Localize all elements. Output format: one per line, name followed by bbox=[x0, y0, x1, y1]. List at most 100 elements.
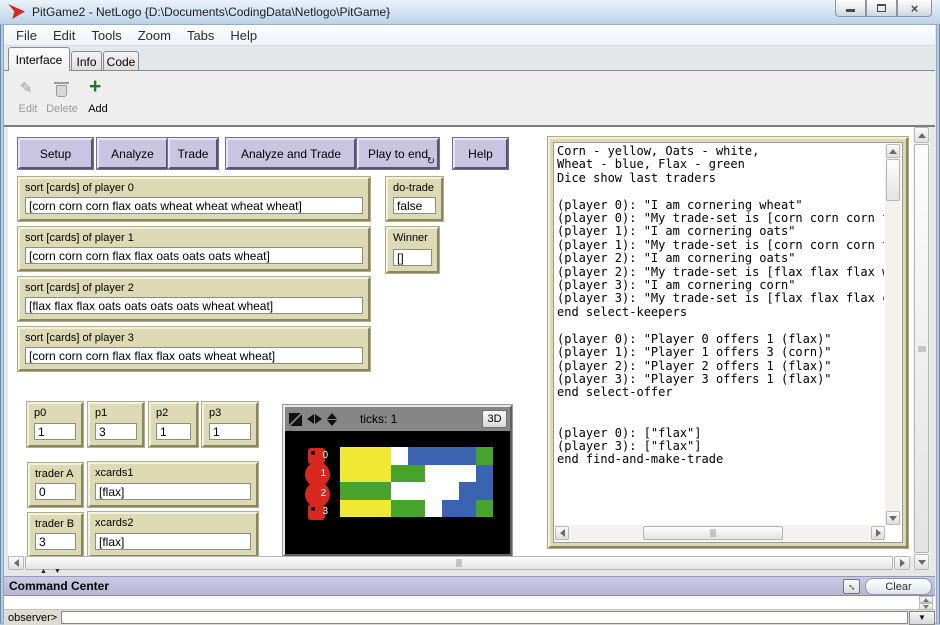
monitor-value: 3 bbox=[95, 423, 137, 440]
splitter-up-icon[interactable]: ▲ bbox=[40, 568, 47, 575]
setup-button[interactable]: Setup bbox=[18, 138, 93, 169]
scrollbar-thumb[interactable] bbox=[643, 526, 783, 540]
menu-help[interactable]: Help bbox=[222, 28, 265, 43]
monitor-label: sort [cards] of player 0 bbox=[20, 179, 368, 194]
monitor-value: 3 bbox=[35, 533, 76, 550]
play-to-end-label: Play to end bbox=[368, 147, 428, 161]
view-3d-button[interactable]: 3D bbox=[482, 410, 507, 428]
monitor-trader-b: trader B 3 bbox=[28, 513, 83, 557]
monitor-value: [corn corn corn flax oats wheat wheat wh… bbox=[25, 197, 363, 214]
monitor-label: Winner bbox=[388, 229, 437, 244]
trash-icon bbox=[54, 82, 69, 84]
monitor-do-trade: do-trade false bbox=[386, 177, 443, 221]
vertical-resize-icon bbox=[327, 413, 337, 426]
tab-code[interactable]: Code bbox=[103, 51, 139, 71]
analyze-button[interactable]: Analyze bbox=[97, 138, 168, 169]
menu-file[interactable]: File bbox=[8, 28, 45, 43]
scrollbar-thumb[interactable] bbox=[25, 556, 893, 570]
patch-oats bbox=[459, 465, 476, 483]
patch-oats bbox=[408, 482, 425, 500]
command-output-scrollbar[interactable] bbox=[919, 596, 933, 610]
patch-corn bbox=[374, 500, 391, 518]
patch-corn bbox=[340, 447, 357, 465]
patch-oats bbox=[425, 500, 442, 518]
scroll-up-button[interactable] bbox=[919, 596, 933, 603]
monitor-winner: Winner [] bbox=[386, 227, 439, 273]
scroll-down-button[interactable] bbox=[886, 511, 900, 525]
scroll-right-button[interactable] bbox=[871, 526, 885, 540]
patch-flax bbox=[391, 465, 408, 483]
patch-wheat bbox=[442, 500, 459, 518]
patch-wheat bbox=[408, 447, 425, 465]
clear-button[interactable]: Clear bbox=[865, 578, 932, 595]
scrollbar-thumb[interactable] bbox=[886, 159, 900, 201]
monitor-label: sort [cards] of player 2 bbox=[20, 279, 368, 294]
monitor-player0-cards: sort [cards] of player 0 [corn corn corn… bbox=[18, 177, 370, 221]
horizontal-resize-icon bbox=[307, 414, 322, 424]
patch-flax bbox=[374, 482, 391, 500]
menu-tabs[interactable]: Tabs bbox=[179, 28, 222, 43]
output-horizontal-scrollbar[interactable] bbox=[555, 525, 885, 541]
monitor-value: false bbox=[393, 197, 436, 214]
menu-bar: File Edit Tools Zoom Tabs Help bbox=[4, 25, 935, 46]
turtle-die-3: 3 bbox=[308, 504, 325, 520]
play-to-end-button[interactable]: Play to end ↻ bbox=[357, 138, 439, 169]
patch-oats bbox=[391, 482, 408, 500]
output-vertical-scrollbar[interactable] bbox=[885, 144, 901, 525]
observer-prompt: observer> bbox=[4, 612, 61, 624]
monitor-trader-a: trader A 0 bbox=[28, 463, 83, 507]
maximize-icon bbox=[877, 4, 886, 12]
patch-wheat bbox=[442, 447, 459, 465]
splitter-down-icon[interactable]: ▼ bbox=[54, 568, 61, 575]
tab-interface[interactable]: Interface bbox=[8, 47, 70, 71]
patch-wheat bbox=[476, 465, 493, 483]
monitor-label: p1 bbox=[90, 404, 142, 419]
patch-flax bbox=[476, 447, 493, 465]
scroll-right-button[interactable] bbox=[894, 556, 910, 570]
scroll-left-button[interactable] bbox=[8, 556, 24, 570]
scroll-up-button[interactable] bbox=[914, 127, 929, 143]
popout-icon: ↔ bbox=[844, 579, 858, 593]
panel-horizontal-scrollbar[interactable] bbox=[8, 556, 910, 571]
maximize-button[interactable] bbox=[866, 0, 897, 17]
add-widget-button[interactable]: Add bbox=[82, 103, 114, 115]
patch-wheat bbox=[459, 500, 476, 518]
close-button[interactable]: × bbox=[897, 0, 932, 17]
scroll-down-button[interactable] bbox=[914, 554, 929, 570]
analyze-and-trade-button[interactable]: Analyze and Trade bbox=[226, 138, 356, 169]
scroll-down-button[interactable] bbox=[919, 603, 933, 610]
monitor-label: sort [cards] of player 3 bbox=[20, 329, 368, 344]
tab-info[interactable]: Info bbox=[71, 51, 102, 71]
menu-tools[interactable]: Tools bbox=[83, 28, 129, 43]
scrollbar-thumb[interactable] bbox=[914, 144, 929, 553]
monitor-value: [] bbox=[393, 249, 432, 266]
scroll-left-button[interactable] bbox=[555, 526, 569, 540]
menu-edit[interactable]: Edit bbox=[45, 28, 83, 43]
monitor-value: 0 bbox=[35, 483, 76, 500]
agent-type-dropdown[interactable]: ▼ bbox=[909, 611, 935, 625]
patch-wheat bbox=[459, 482, 476, 500]
command-center-title: Command Center bbox=[4, 579, 109, 593]
trade-button[interactable]: Trade bbox=[168, 138, 218, 169]
delete-widget-button[interactable]: Delete bbox=[44, 103, 80, 115]
patch-flax bbox=[391, 500, 408, 518]
edit-widget-button[interactable]: Edit bbox=[12, 103, 44, 115]
minimize-button[interactable] bbox=[835, 0, 866, 17]
panel-vertical-scrollbar[interactable] bbox=[913, 127, 930, 570]
trash-icon-body bbox=[56, 85, 67, 97]
patch-flax bbox=[476, 500, 493, 518]
tab-bar: Interface Info Code bbox=[4, 46, 935, 71]
output-widget: Corn - yellow, Oats - white, Wheat - blu… bbox=[548, 137, 908, 548]
scroll-up-button[interactable] bbox=[886, 144, 900, 158]
widget-toolbar: ✎ Edit Delete + Add abc Button ▼ normal … bbox=[4, 71, 935, 127]
menu-zoom[interactable]: Zoom bbox=[130, 28, 179, 43]
patch-wheat bbox=[459, 447, 476, 465]
window-controls: × bbox=[835, 0, 932, 17]
command-input[interactable] bbox=[61, 611, 908, 624]
patch-corn bbox=[374, 447, 391, 465]
popout-button[interactable]: ↔ bbox=[843, 579, 860, 594]
help-button[interactable]: Help bbox=[453, 138, 508, 169]
minimize-icon bbox=[846, 9, 855, 12]
patch-corn bbox=[374, 465, 391, 483]
close-icon: × bbox=[911, 2, 919, 15]
